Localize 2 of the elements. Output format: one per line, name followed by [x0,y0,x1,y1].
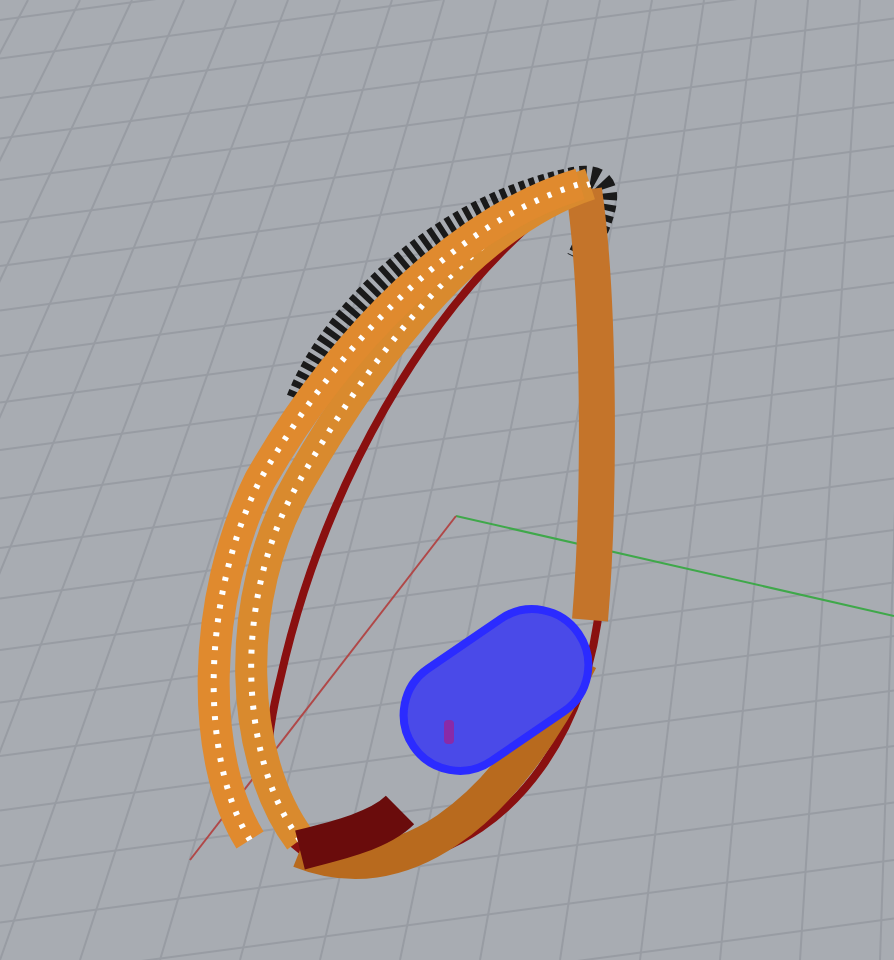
viewport-canvas[interactable] [0,0,894,960]
clasp-drawing[interactable] [399,605,593,775]
